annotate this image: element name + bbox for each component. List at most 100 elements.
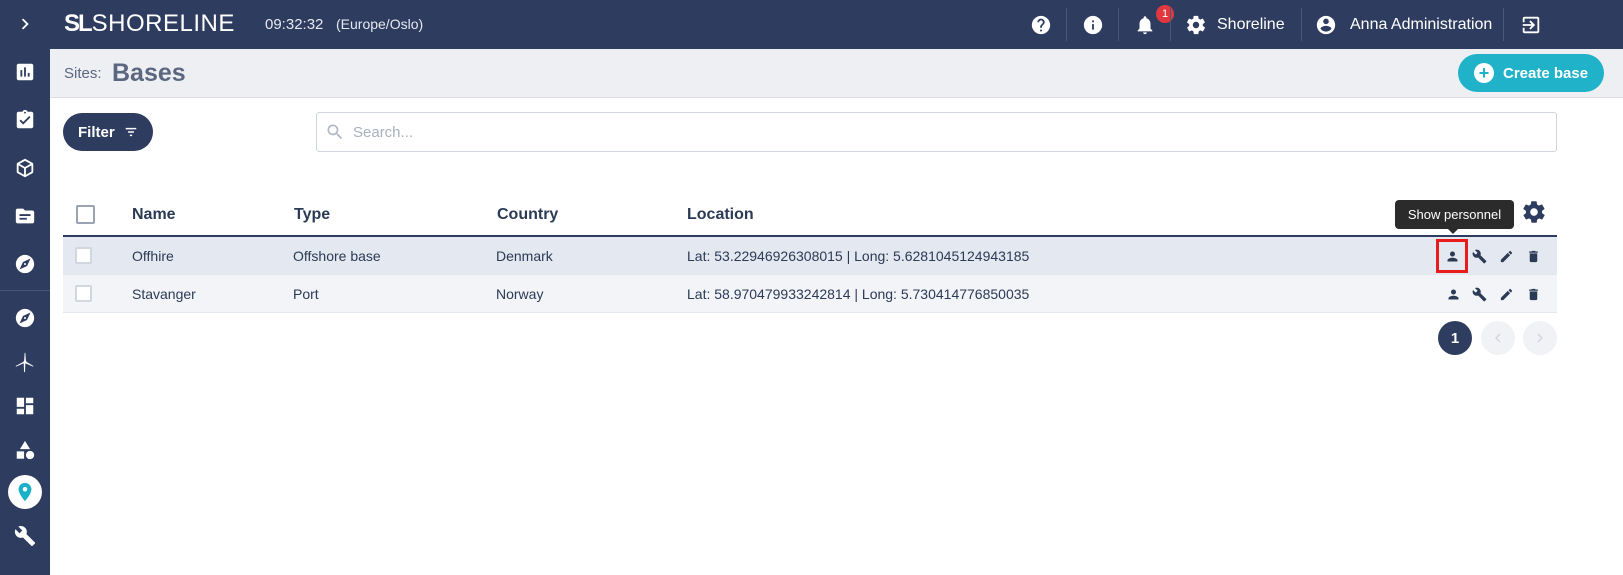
wrench-icon (14, 526, 36, 547)
column-settings-button[interactable] (1521, 199, 1547, 225)
table-header: Name Type Country Location (63, 192, 1557, 237)
tooltip-text: Show personnel (1407, 207, 1502, 222)
app-logo[interactable]: SL SHORELINE (64, 10, 235, 37)
wind-turbine-icon (15, 352, 34, 373)
row-checkbox[interactable] (75, 285, 92, 302)
row-checkbox[interactable] (75, 247, 92, 264)
logout-button[interactable] (1519, 0, 1543, 49)
filter-label: Filter (78, 123, 115, 141)
user-name: Anna Administration (1350, 15, 1493, 33)
row-actions (1436, 237, 1557, 275)
timezone: (Europe/Oslo) (336, 16, 424, 32)
compass-icon (15, 254, 35, 274)
column-header-location[interactable]: Location (687, 206, 754, 224)
previous-page-button[interactable] (1481, 321, 1515, 355)
topbar-divider (1066, 8, 1067, 41)
help-button[interactable] (1029, 0, 1053, 49)
maintenance-button[interactable] (1469, 284, 1489, 304)
brand-name: SHORELINE (91, 10, 235, 37)
bell-icon (1137, 15, 1153, 34)
sidebar-item-inventory[interactable] (0, 146, 50, 190)
assignment-check-icon (16, 109, 34, 129)
sidebar-item-sites[interactable] (0, 470, 50, 514)
search-input[interactable] (353, 123, 1533, 141)
maintenance-button[interactable] (1469, 246, 1489, 266)
sidebar-item-turbines[interactable] (0, 340, 50, 384)
top-bar: SL SHORELINE 09:32:32 (Europe/Oslo) 1 Sh… (50, 0, 1623, 49)
next-page-button[interactable] (1523, 321, 1557, 355)
cell-name: Stavanger (132, 286, 196, 302)
user-menu-button[interactable]: Anna Administration (1315, 0, 1492, 49)
show-personnel-button[interactable] (1443, 284, 1463, 304)
expand-sidebar-button[interactable] (0, 2, 50, 46)
sidebar-item-dashboard[interactable] (0, 50, 50, 94)
sidebar-item-explore[interactable] (0, 296, 50, 340)
person-icon (1448, 289, 1458, 299)
topbar-divider (1118, 8, 1119, 41)
edit-button[interactable] (1496, 284, 1516, 304)
cell-location: Lat: 58.970479933242814 | Long: 5.730414… (687, 286, 1030, 302)
delete-button[interactable] (1523, 246, 1543, 266)
settings-button[interactable]: Shoreline (1185, 0, 1285, 49)
cube-icon (16, 158, 34, 178)
clock: 09:32:32 (265, 16, 324, 33)
sidebar (0, 0, 50, 575)
info-button[interactable] (1081, 0, 1105, 49)
folder-icon (15, 208, 35, 224)
delete-button[interactable] (1523, 284, 1543, 304)
bases-table: Name Type Country Location Offhire Offsh… (63, 192, 1557, 313)
sidebar-item-overview[interactable] (0, 384, 50, 428)
cell-country: Norway (496, 286, 544, 302)
column-header-name[interactable]: Name (132, 206, 176, 224)
cell-name: Offhire (132, 248, 174, 264)
cell-country: Denmark (496, 248, 553, 264)
filter-list-icon (125, 127, 136, 137)
logout-icon (1522, 16, 1540, 33)
topbar-divider (1170, 8, 1171, 41)
search-icon (327, 124, 343, 140)
info-icon (1083, 15, 1103, 34)
page-button-current[interactable]: 1 (1438, 321, 1472, 355)
table-row[interactable]: Offhire Offshore base Denmark Lat: 53.22… (63, 237, 1557, 275)
page-header: Sites: Bases + Create base (50, 49, 1623, 98)
show-personnel-button[interactable] (1436, 239, 1468, 273)
sidebar-item-tasks[interactable] (0, 98, 50, 142)
help-icon (1031, 15, 1051, 34)
active-indicator (8, 475, 42, 509)
gear-icon (1186, 15, 1206, 34)
sidebar-item-maintenance[interactable] (0, 514, 50, 558)
notifications-button[interactable]: 1 (1133, 0, 1174, 49)
notification-badge: 1 (1156, 5, 1174, 23)
wrench-icon (1472, 249, 1486, 263)
column-header-country[interactable]: Country (497, 206, 558, 224)
person-icon (1447, 251, 1457, 261)
pencil-icon (1500, 250, 1512, 262)
bar-chart-icon (16, 63, 34, 81)
settings-label: Shoreline (1217, 15, 1285, 33)
chevron-right-icon (21, 18, 29, 30)
sidebar-item-navigation[interactable] (0, 242, 50, 286)
create-base-button[interactable]: + Create base (1458, 54, 1604, 92)
create-base-label: Create base (1503, 64, 1589, 82)
table-row[interactable]: Stavanger Port Norway Lat: 58.9704799332… (63, 275, 1557, 313)
search-box (316, 112, 1557, 152)
row-actions (1441, 275, 1557, 313)
trash-icon (1528, 250, 1538, 262)
plus-circle-icon: + (1474, 63, 1494, 83)
edit-button[interactable] (1496, 246, 1516, 266)
compass-icon (15, 308, 35, 328)
topbar-divider (1503, 8, 1504, 41)
sidebar-item-categories[interactable] (0, 428, 50, 472)
wrench-icon (1472, 287, 1486, 301)
sidebar-item-documents[interactable] (0, 194, 50, 238)
column-header-type[interactable]: Type (294, 206, 330, 224)
dashboard-icon (16, 397, 34, 415)
gear-icon (1523, 201, 1545, 223)
location-pin-icon (18, 482, 32, 502)
account-circle-icon (1316, 15, 1336, 34)
pencil-icon (1500, 288, 1512, 300)
select-all-checkbox[interactable] (76, 205, 95, 224)
sidebar-divider (0, 290, 50, 291)
breadcrumb: Sites: (64, 65, 102, 82)
filter-button[interactable]: Filter (63, 113, 153, 151)
